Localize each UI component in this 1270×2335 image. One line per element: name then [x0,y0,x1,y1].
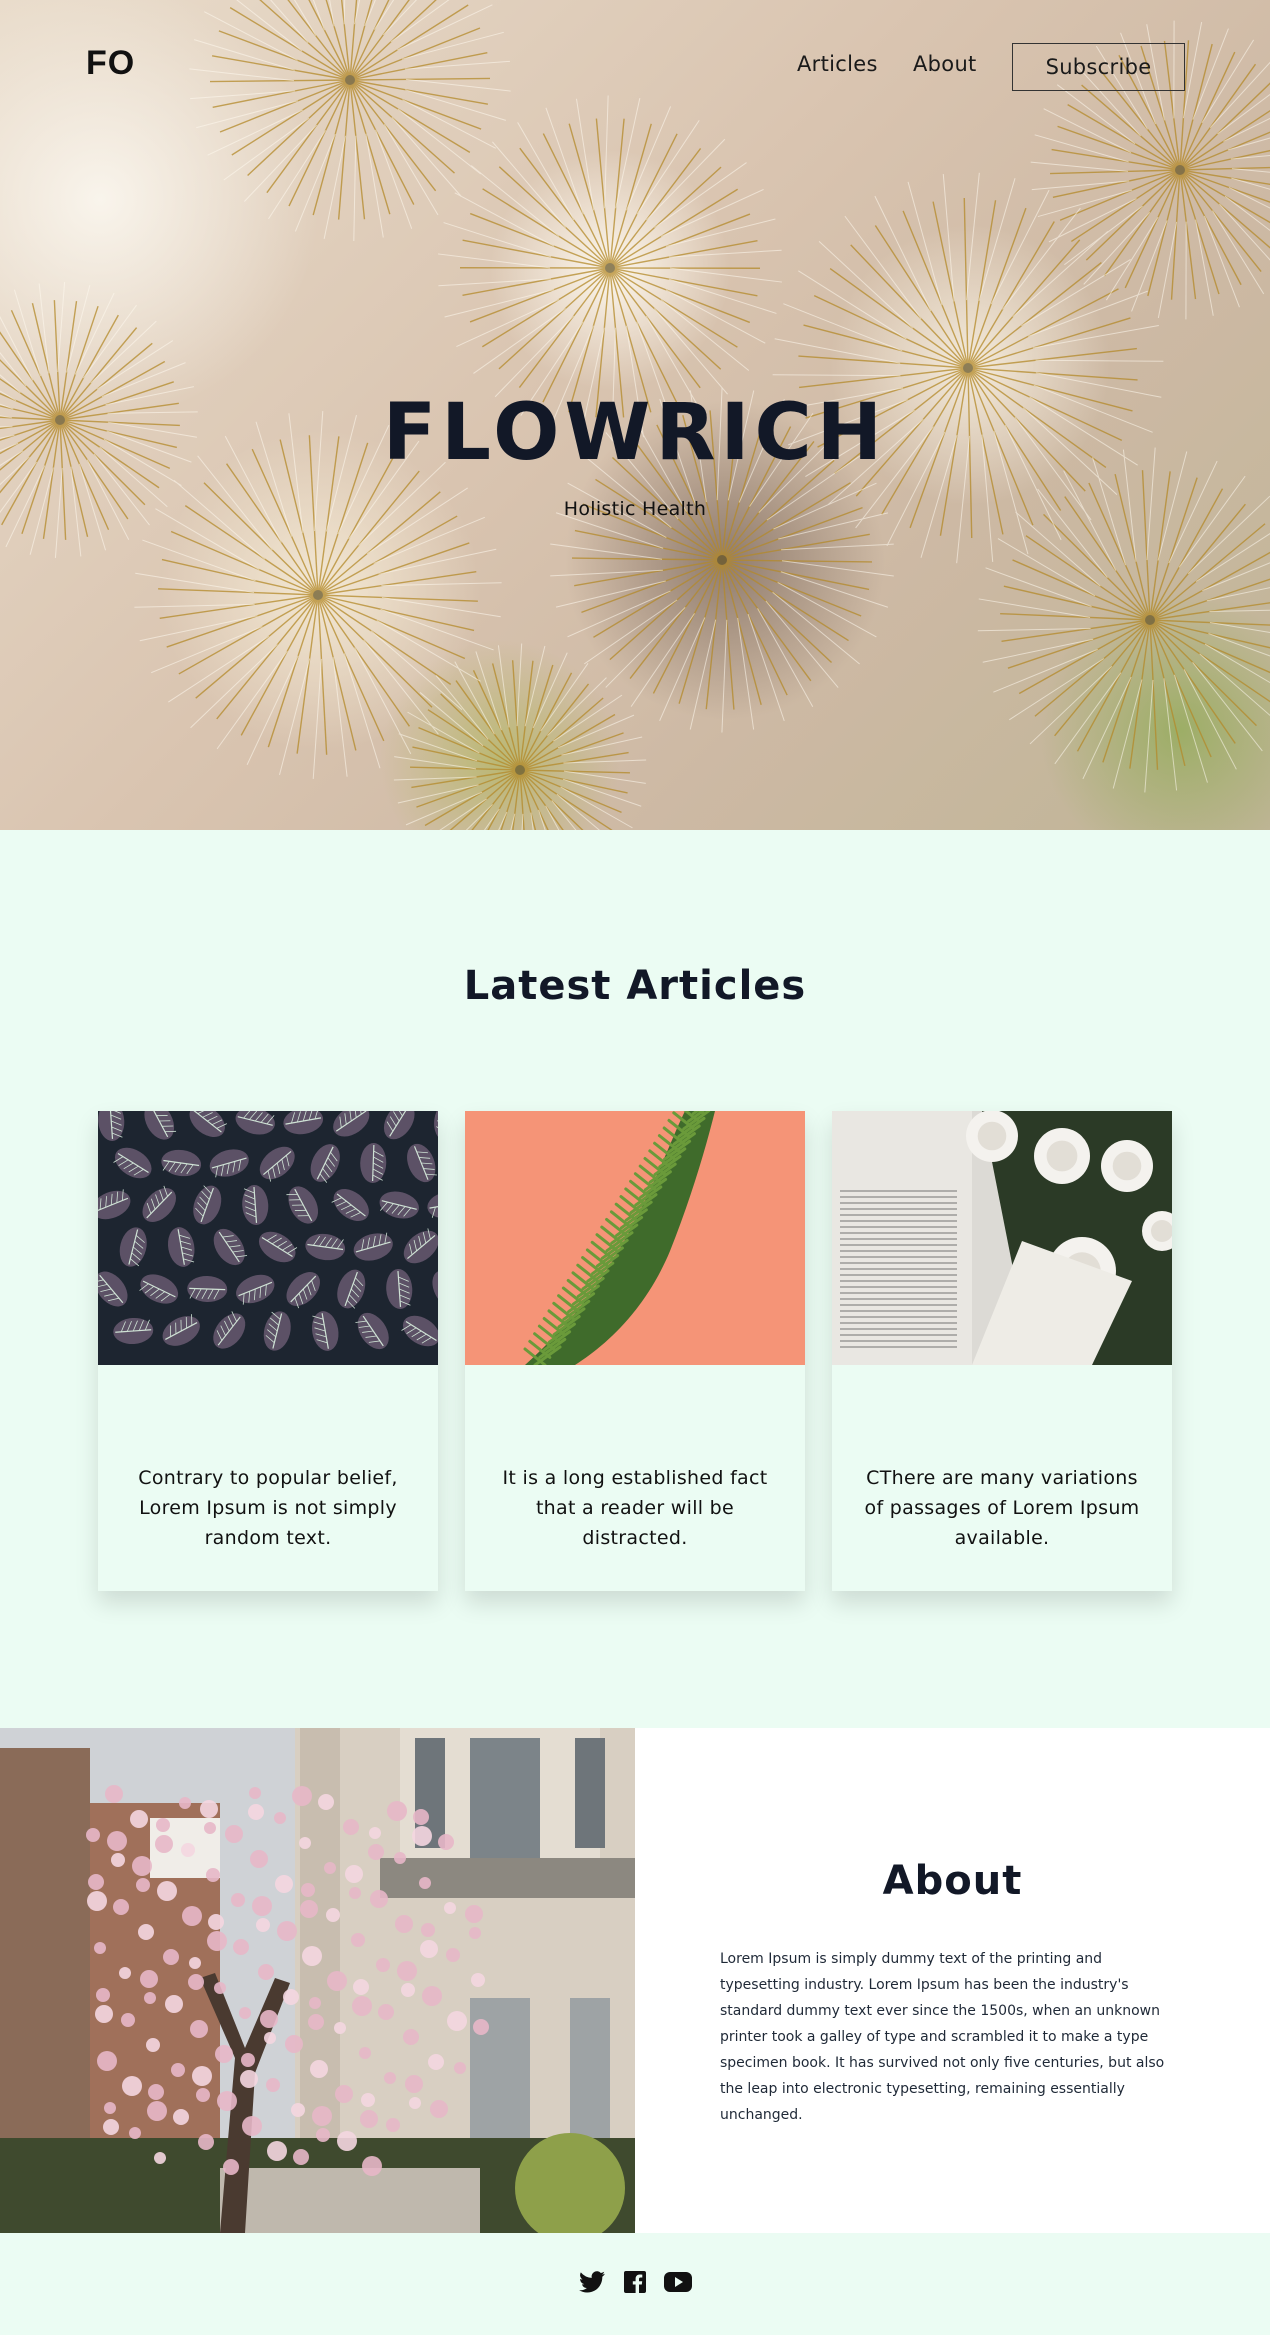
article-caption: CThere are many variations of passages o… [864,1467,1140,1549]
article-image-leaves [98,1111,438,1365]
article-card[interactable]: Contrary to popular belief, Lorem Ipsum … [98,1111,438,1591]
twitter-icon[interactable] [579,2271,605,2297]
article-card[interactable]: CThere are many variations of passages o… [832,1111,1172,1591]
about-body-text: Lorem Ipsum is simply dummy text of the … [720,1951,1165,2123]
brand-logo[interactable]: FO [86,44,135,83]
articles-heading: Latest Articles [463,963,807,1009]
hero-section: FO Articles About Subscribe FLOWRICH Hol… [0,0,1270,830]
nav-articles-link[interactable]: Articles [797,52,878,76]
hero-subtitle: Holistic Health [563,498,707,520]
article-image-roses [832,1111,1172,1365]
article-caption: Contrary to popular belief, Lorem Ipsum … [138,1467,398,1549]
about-heading: About [882,1858,1023,1904]
facebook-icon[interactable] [624,2271,650,2297]
article-image-plant [465,1111,805,1365]
subscribe-button[interactable]: Subscribe [1012,43,1185,91]
latest-articles-section: Latest Articles Contrary to popular beli… [0,830,1270,1728]
article-caption: It is a long established fact that a rea… [502,1467,768,1549]
youtube-icon[interactable] [664,2271,692,2297]
about-section: About Lorem Ipsum is simply dummy text o… [0,1728,1270,2233]
hero-title: FLOWRICH [382,388,888,478]
article-card[interactable]: It is a long established fact that a rea… [465,1111,805,1591]
nav-about-link[interactable]: About [913,52,977,76]
footer [0,2233,1270,2335]
about-image-magnolia [0,1728,635,2233]
